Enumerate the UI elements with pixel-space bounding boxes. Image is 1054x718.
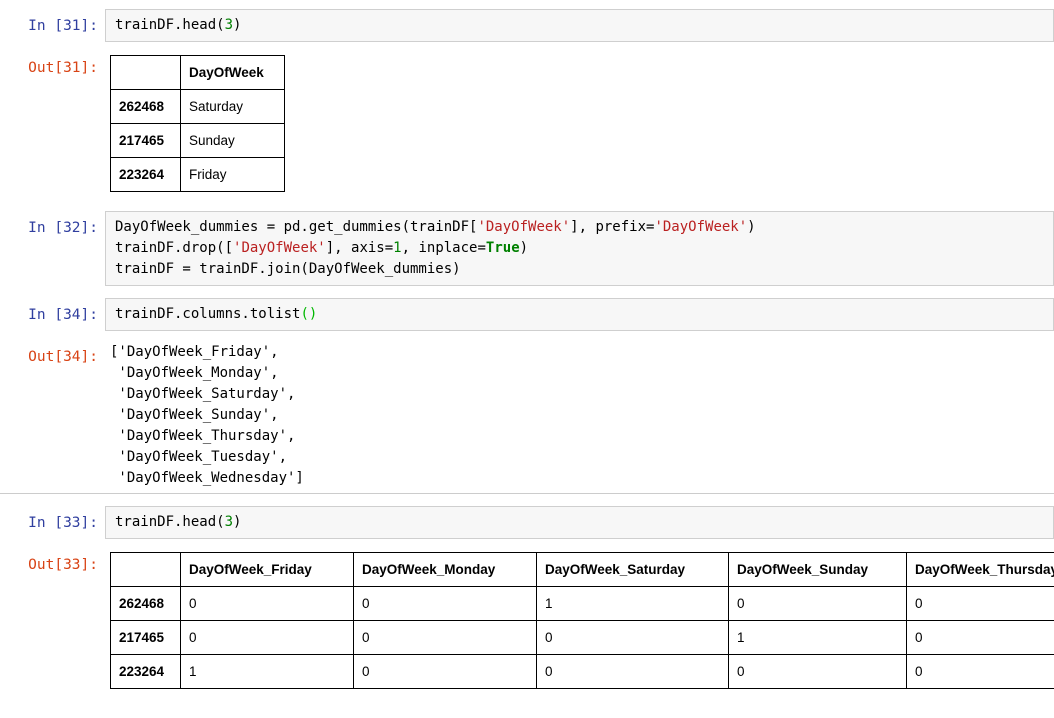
table-cell: Friday	[180, 157, 285, 192]
code-cell-34: In [34]: trainDF.columns.tolist()	[0, 298, 1054, 331]
column-header	[110, 55, 181, 90]
output-cell-34: Out[34]: ['DayOfWeek_Friday', 'DayOfWeek…	[0, 340, 1054, 489]
code-cell-33: In [33]: trainDF.head(3)	[0, 506, 1054, 539]
column-header: DayOfWeek_Friday	[180, 552, 354, 587]
code-content-33: trainDF.head(3)	[115, 514, 242, 530]
header-row: DayOfWeek	[110, 55, 285, 90]
output-line: 'DayOfWeek_Thursday',	[110, 428, 296, 444]
output-prompt-31: Out[31]:	[28, 60, 98, 76]
table-cell: 0	[728, 654, 907, 689]
code-content-34: trainDF.columns.tolist()	[115, 306, 318, 322]
column-header: DayOfWeek_Monday	[353, 552, 537, 587]
output-prompt-34: Out[34]:	[28, 349, 98, 365]
output-line: 'DayOfWeek_Monday',	[110, 365, 279, 381]
table-cell: 1	[180, 654, 354, 689]
row-index: 262468	[110, 89, 181, 124]
table-row: 262468 0 0 1 0 0	[110, 586, 1054, 621]
row-index: 262468	[110, 586, 181, 621]
table-cell: 0	[353, 620, 537, 655]
row-index: 217465	[110, 620, 181, 655]
code-input-32[interactable]: DayOfWeek_dummies = pd.get_dummies(train…	[105, 211, 1054, 286]
input-prompt-32: In [32]:	[28, 220, 98, 236]
table-cell: 0	[353, 654, 537, 689]
table-row: 262468 Saturday	[110, 89, 285, 124]
output-area-34: ['DayOfWeek_Friday', 'DayOfWeek_Monday',…	[105, 340, 1054, 489]
row-index: 223264	[110, 157, 181, 192]
output-line: 'DayOfWeek_Wednesday']	[110, 470, 304, 486]
code-cell-32: In [32]: DayOfWeek_dummies = pd.get_dumm…	[0, 211, 1054, 286]
column-header: DayOfWeek_Sunday	[728, 552, 907, 587]
table-cell: 0	[906, 654, 1054, 689]
table-cell: Saturday	[180, 89, 285, 124]
output-area-33: DayOfWeek_Friday DayOfWeek_Monday DayOfWee…	[105, 548, 1054, 693]
output-line: 'DayOfWeek_Sunday',	[110, 407, 279, 423]
table-cell: 0	[906, 620, 1054, 655]
column-header	[110, 552, 181, 587]
table-cell: 1	[536, 586, 729, 621]
table-cell: 0	[728, 586, 907, 621]
table-row: 223264 Friday	[110, 157, 285, 192]
table-cell: 0	[906, 586, 1054, 621]
input-prompt-34: In [34]:	[28, 307, 98, 323]
column-header: DayOfWeek_Saturday	[536, 552, 729, 587]
dataframe-table-33: DayOfWeek_Friday DayOfWeek_Monday DayOfWee…	[110, 552, 1054, 689]
output-cell-33: Out[33]: DayOfWeek_Friday DayOfWeek_Monda…	[0, 548, 1054, 693]
header-row: DayOfWeek_Friday DayOfWeek_Monday DayOfWee…	[110, 552, 1054, 587]
output-line: 'DayOfWeek_Tuesday',	[110, 449, 288, 465]
code-content-31: trainDF.head(3)	[115, 17, 242, 33]
output-line: 'DayOfWeek_Saturday',	[110, 386, 296, 402]
table-cell: 0	[536, 620, 729, 655]
table-row: 217465 0 0 0 1 0	[110, 620, 1054, 655]
table-cell: 0	[536, 654, 729, 689]
table-row: 223264 1 0 0 0 0	[110, 654, 1054, 689]
column-header: DayOfWeek_Thursday	[906, 552, 1054, 587]
output-text-34: ['DayOfWeek_Friday', 'DayOfWeek_Monday',…	[110, 342, 1054, 489]
table-row: 217465 Sunday	[110, 123, 285, 158]
code-input-34[interactable]: trainDF.columns.tolist()	[105, 298, 1054, 331]
output-area-31: DayOfWeek 262468 Saturday 217465 Sunday 22326…	[105, 51, 1054, 196]
table-cell: 1	[728, 620, 907, 655]
cell-divider	[0, 493, 1054, 494]
notebook: In [31]: trainDF.head(3) Out[31]: DayOfW…	[0, 0, 1054, 693]
row-index: 223264	[110, 654, 181, 689]
code-input-33[interactable]: trainDF.head(3)	[105, 506, 1054, 539]
output-line: ['DayOfWeek_Friday',	[110, 344, 279, 360]
table-cell: Sunday	[180, 123, 285, 158]
table-cell: 0	[180, 586, 354, 621]
output-cell-31: Out[31]: DayOfWeek 262468 Saturday 217465 Su…	[0, 51, 1054, 196]
table-cell: 0	[353, 586, 537, 621]
row-index: 217465	[110, 123, 181, 158]
table-cell: 0	[180, 620, 354, 655]
input-prompt-31: In [31]:	[28, 18, 98, 34]
code-content-32: DayOfWeek_dummies = pd.get_dummies(train…	[115, 219, 756, 277]
input-prompt-33: In [33]:	[28, 515, 98, 531]
column-header: DayOfWeek	[180, 55, 285, 90]
output-prompt-33: Out[33]:	[28, 557, 98, 573]
code-input-31[interactable]: trainDF.head(3)	[105, 9, 1054, 42]
code-cell-31: In [31]: trainDF.head(3)	[0, 9, 1054, 42]
dataframe-table-31: DayOfWeek 262468 Saturday 217465 Sunday 22326…	[110, 55, 285, 192]
